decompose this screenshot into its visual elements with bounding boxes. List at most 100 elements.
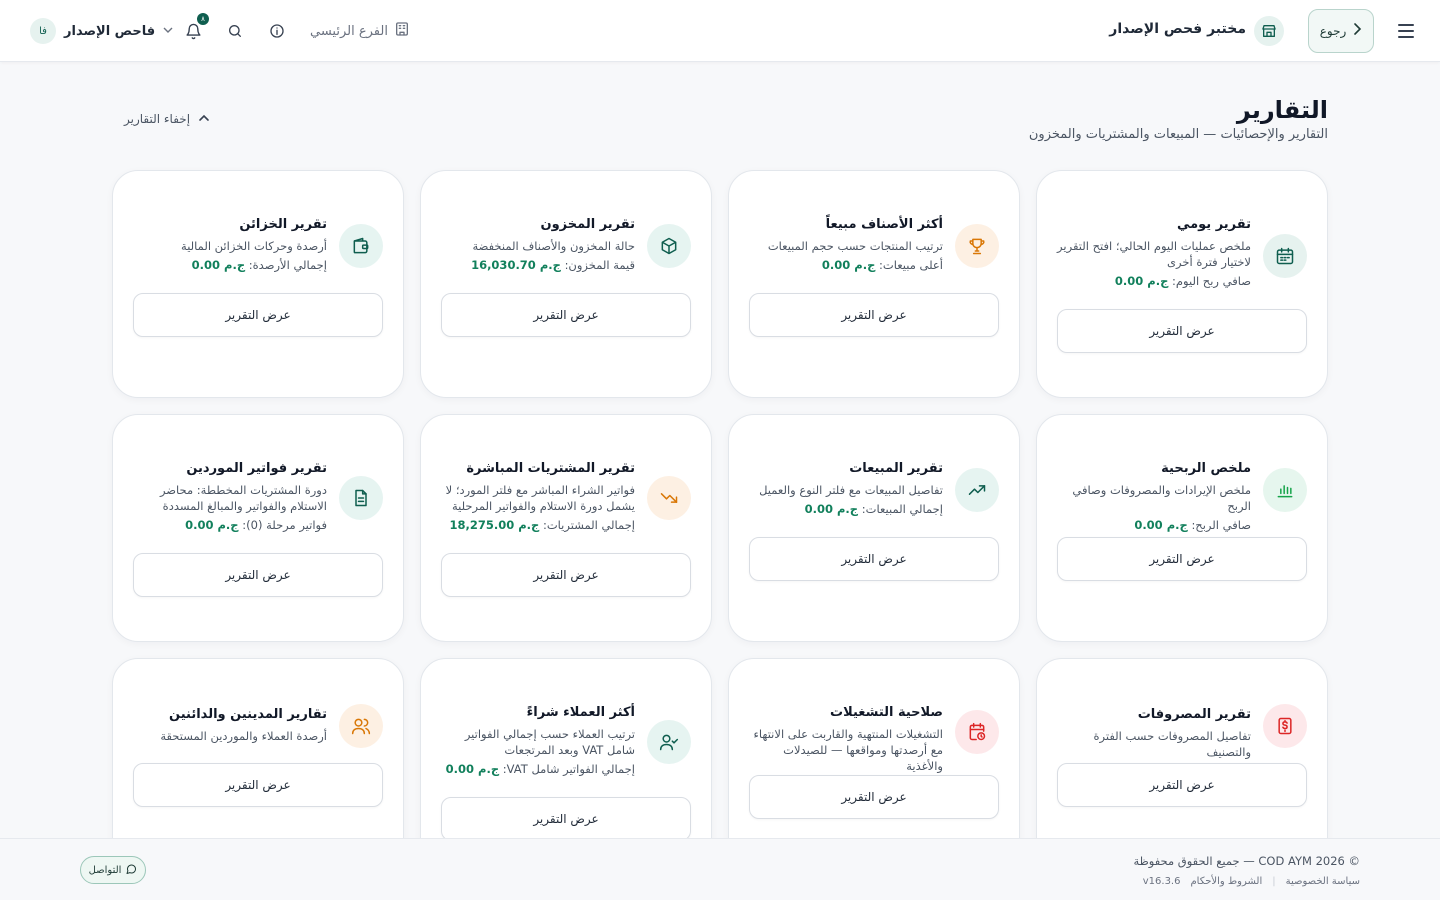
- metric-value: ج.م 18,275.00: [449, 518, 540, 532]
- view-report-button[interactable]: عرض التقرير: [749, 775, 999, 819]
- card-metric: إجمالي المشتريات: ج.م 18,275.00: [439, 518, 635, 532]
- card-metric: قيمة المخزون: ج.م 16,030.70: [439, 258, 635, 272]
- card-description: تفاصيل المبيعات مع فلتر النوع والعميل: [759, 483, 943, 497]
- card-description: ترتيب المنتجات حسب حجم المبيعات: [767, 239, 943, 253]
- card-metric: إجمالي المبيعات: ج.م 0.00: [747, 502, 943, 516]
- metric-label: فواتير مرحلة (0):: [242, 518, 327, 532]
- hide-reports-toggle[interactable]: إخفاء التقارير: [124, 112, 210, 126]
- chevron-right-icon: [1352, 23, 1362, 39]
- page-subtitle: التقارير والإحصائيات — المبيعات والمشتري…: [1028, 127, 1328, 142]
- bell-icon: [185, 23, 201, 39]
- menu-icon[interactable]: [1394, 19, 1418, 43]
- copyright: © COD AYM 2026 — جميع الحقوق محفوظة: [1133, 854, 1360, 868]
- view-report-button[interactable]: عرض التقرير: [749, 293, 999, 337]
- building-icon: [394, 21, 410, 41]
- footer-links: سياسة الخصوصية | الشروط والأحكام v16.3.6: [1143, 876, 1360, 887]
- box-icon: [647, 224, 691, 268]
- metric-value: ج.م 0.00: [804, 502, 859, 516]
- card-description: تفاصيل المصروفات حسب الفترة والتصنيف: [1093, 729, 1252, 759]
- back-label: رجوع: [1319, 24, 1347, 38]
- version-label: v16.3.6: [1142, 876, 1181, 887]
- card-description: أرصدة وحركات الخزائن المالية: [181, 239, 327, 253]
- metric-label: صافي ربح اليوم:: [1172, 274, 1251, 288]
- wallet-icon: [339, 224, 383, 268]
- search-icon: [229, 25, 241, 37]
- report-card-inventory: تقرير المخزون حالة المخزون والأصناف المن…: [420, 170, 712, 398]
- metric-value: ج.م 0.00: [445, 762, 500, 776]
- card-description: دورة المشتريات المخططة: محاضر الاستلام و…: [159, 483, 327, 513]
- card-description: ملخص الإيرادات والمصروفات وصافي الربح: [1072, 483, 1251, 513]
- chevron-down-icon: [163, 26, 173, 37]
- contact-button[interactable]: التواصل: [80, 856, 146, 884]
- metric-label: إجمالي المبيعات:: [861, 502, 943, 516]
- card-title: أكثر الأصناف مبيعاً: [825, 217, 943, 232]
- page-title: التقارير: [1236, 96, 1328, 124]
- view-report-button[interactable]: عرض التقرير: [1057, 537, 1307, 581]
- avatar: فا: [30, 18, 56, 44]
- card-title: أكثر العملاء شراءً: [526, 705, 635, 720]
- money-icon: [1263, 704, 1307, 748]
- metric-value: ج.م 0.00: [821, 258, 876, 272]
- store-icon: [1254, 16, 1284, 46]
- trophy-icon: [955, 224, 999, 268]
- chat-icon: [125, 863, 137, 878]
- view-report-button[interactable]: عرض التقرير: [133, 293, 383, 337]
- document-icon: [339, 476, 383, 520]
- search-button[interactable]: [223, 19, 247, 43]
- info-icon: [270, 24, 284, 38]
- user-check-icon: [647, 720, 691, 764]
- trending-down-icon: [647, 476, 691, 520]
- report-card-supplier-invoices: تقرير فواتير الموردين دورة المشتريات الم…: [112, 414, 404, 642]
- user-menu[interactable]: فاحص الإصدار فا: [30, 17, 173, 45]
- view-report-button[interactable]: عرض التقرير: [133, 763, 383, 807]
- view-report-button[interactable]: عرض التقرير: [441, 293, 691, 337]
- card-title: تقارير المدينين والدائنين: [169, 707, 327, 722]
- card-title: تقرير الخزائن: [239, 217, 327, 232]
- card-title: تقرير المخزون: [540, 217, 635, 232]
- back-button[interactable]: رجوع: [1308, 9, 1374, 53]
- view-report-button[interactable]: عرض التقرير: [441, 797, 691, 841]
- card-description: ترتيب العملاء حسب إجمالي الفواتير شامل V…: [464, 727, 635, 757]
- report-card-sales: تقرير المبيعات تفاصيل المبيعات مع فلتر ا…: [728, 414, 1020, 642]
- contact-label: التواصل: [88, 864, 122, 876]
- users-icon: [339, 704, 383, 748]
- view-report-button[interactable]: عرض التقرير: [749, 537, 999, 581]
- branch-selector[interactable]: الفرع الرئيسي: [310, 21, 410, 41]
- card-description: أرصدة العملاء والموردين المستحقة: [160, 729, 327, 743]
- footer: © COD AYM 2026 — جميع الحقوق محفوظة سياس…: [0, 838, 1440, 900]
- info-button[interactable]: [265, 19, 289, 43]
- report-card-top-items: أكثر الأصناف مبيعاً ترتيب المنتجات حسب ح…: [728, 170, 1020, 398]
- card-metric: أعلى مبيعات: ج.م 0.00: [747, 258, 943, 272]
- divider: |: [1272, 876, 1276, 887]
- card-title: ملخص الربحية: [1161, 461, 1251, 476]
- calendar-icon: [1263, 234, 1307, 278]
- lab-name: مختبر فحص الإصدار: [1109, 21, 1246, 37]
- card-metric: صافي ربح اليوم: ج.م 0.00: [1055, 274, 1251, 288]
- metric-value: ج.م 0.00: [1134, 518, 1188, 532]
- notifications-button[interactable]: ٨: [181, 13, 209, 43]
- metric-value: ج.م 0.00: [185, 518, 239, 532]
- view-report-button[interactable]: عرض التقرير: [1057, 763, 1307, 807]
- expiry-calendar-icon: [955, 710, 999, 754]
- notification-badge: ٨: [197, 13, 209, 25]
- report-card-profitability: ملخص الربحية ملخص الإيرادات والمصروفات و…: [1036, 414, 1328, 642]
- top-bar: رجوع مختبر فحص الإصدار فاحص الإصدار فا ٨…: [0, 0, 1440, 62]
- card-description: فواتير الشراء المباشر مع فلتر المورد؛ لا…: [445, 483, 635, 513]
- privacy-link[interactable]: سياسة الخصوصية: [1286, 876, 1360, 887]
- view-report-button[interactable]: عرض التقرير: [1057, 309, 1307, 353]
- card-title: صلاحية التشغيلات: [830, 705, 943, 720]
- card-title: تقرير يومي: [1176, 217, 1251, 232]
- view-report-button[interactable]: عرض التقرير: [133, 553, 383, 597]
- view-report-button[interactable]: عرض التقرير: [441, 553, 691, 597]
- metric-label: إجمالي الفواتير شامل VAT:: [502, 762, 635, 776]
- report-card-purchases: تقرير المشتريات المباشرة فواتير الشراء ا…: [420, 414, 712, 642]
- terms-link[interactable]: الشروط والأحكام: [1190, 876, 1262, 887]
- user-name: فاحص الإصدار: [64, 23, 156, 39]
- card-metric: إجمالي الأرصدة: ج.م 0.00: [131, 258, 327, 272]
- metric-value: ج.م 0.00: [191, 258, 246, 272]
- metric-label: صافي الربح:: [1191, 518, 1251, 532]
- card-description: ملخص عمليات اليوم الحالي؛ افتح التقرير ل…: [1057, 239, 1251, 269]
- report-card-daily: تقرير يومي ملخص عمليات اليوم الحالي؛ افت…: [1036, 170, 1328, 398]
- report-card-treasuries: تقرير الخزائن أرصدة وحركات الخزائن المال…: [112, 170, 404, 398]
- card-description: حالة المخزون والأصناف المنخفضة: [472, 239, 635, 253]
